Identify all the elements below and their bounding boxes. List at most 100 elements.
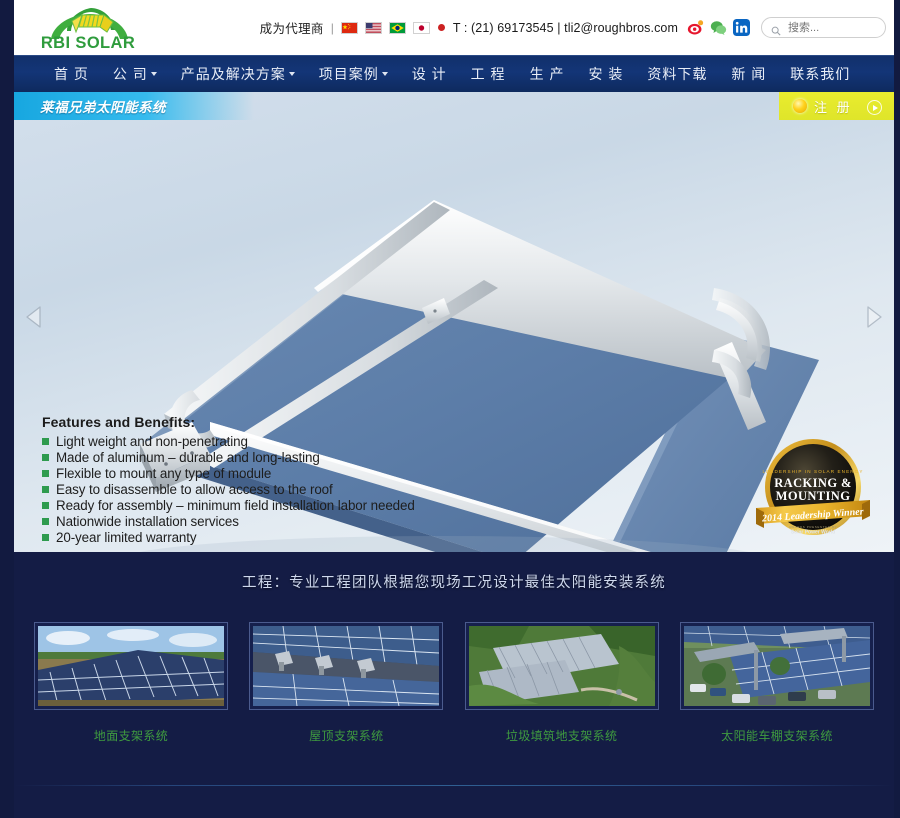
nav-item-products[interactable]: 产品及解决方案 — [181, 64, 295, 84]
feature-item: 20-year limited warranty — [42, 530, 415, 545]
bullet-icon — [42, 470, 49, 477]
register-button[interactable]: 注 册 — [779, 92, 894, 120]
nav-item-cases[interactable]: 项目案例 — [319, 64, 388, 84]
feature-item: Flexible to mount any type of module — [42, 466, 415, 481]
nav-item-production[interactable]: 生 产 — [530, 64, 565, 84]
separator-dot — [437, 24, 445, 31]
carousel-prev-arrow[interactable] — [24, 304, 46, 330]
nav-item-installation[interactable]: 安 装 — [588, 64, 623, 84]
nav-label: 工 程 — [470, 66, 506, 82]
usa-flag[interactable] — [364, 21, 382, 34]
nav-label: 产品及解决方案 — [180, 66, 286, 82]
social-links — [687, 19, 750, 36]
site-header: RBI SOLAR 成为代理商 | T: (21) 69173545 | tl… — [14, 0, 894, 55]
china-flag[interactable] — [340, 21, 358, 34]
features-heading: Features and Benefits: — [42, 414, 196, 430]
page-gutter-right — [894, 0, 900, 818]
chevron-down-icon — [150, 72, 157, 76]
become-agent-link[interactable]: 成为代理商 — [260, 18, 324, 37]
header-utility-bar: 成为代理商 | T: (21) 69173545 | tli2@roughbr… — [260, 0, 886, 55]
main-navigation: 首 页 公 司 产品及解决方案 项目案例 设 计 工 程 生 产 安 装 资料下… — [14, 55, 894, 92]
search-box[interactable] — [761, 17, 886, 38]
japan-flag[interactable] — [412, 21, 430, 34]
nav-label: 设 计 — [411, 66, 447, 82]
nav-item-design[interactable]: 设 计 — [412, 64, 447, 84]
product-card-landfill[interactable]: 垃圾填筑地支架系统 — [464, 622, 659, 744]
feature-text: Easy to disassemble to allow access to t… — [56, 482, 333, 497]
badge-sponsor: Solar Power World — [791, 530, 835, 536]
nav-item-contact[interactable]: 联系我们 — [790, 64, 850, 84]
nav-item-news[interactable]: 新 闻 — [731, 64, 766, 84]
rooftop-ballasted-image — [253, 626, 440, 706]
nav-item-engineering[interactable]: 工 程 — [471, 64, 506, 84]
search-icon — [771, 23, 781, 36]
nav-label: 联系我们 — [790, 66, 851, 82]
nav-item-downloads[interactable]: 资料下载 — [647, 64, 707, 84]
page-gutter-left — [0, 0, 14, 818]
product-card-rooftop[interactable]: 屋顶支架系统 — [249, 622, 444, 744]
engineering-section: 工程：专业工程团队根据您现场工况设计最佳太阳能安装系统 地面支架系统 屋顶支架系… — [14, 552, 894, 818]
nav-label: 公 司 — [112, 66, 148, 82]
hero-title-text: 莱福兄弟太阳能系统 — [40, 100, 166, 115]
nav-label: 项目案例 — [318, 66, 379, 82]
product-caption: 垃圾填筑地支架系统 — [505, 729, 618, 743]
chevron-down-icon — [288, 72, 295, 76]
feature-item: Easy to disassemble to allow access to t… — [42, 482, 415, 497]
thumbnail-frame — [34, 622, 228, 710]
header-separator: | — [330, 20, 334, 35]
nav-item-home[interactable]: 首 页 — [54, 64, 89, 84]
product-card-ground-mount[interactable]: 地面支架系统 — [34, 622, 228, 744]
feature-text: 20-year limited warranty — [56, 530, 197, 545]
nav-label: 首 页 — [54, 66, 89, 82]
bullet-icon — [42, 438, 49, 445]
nav-label: 新 闻 — [731, 66, 767, 82]
feature-text: Light weight and non-penetrating — [56, 434, 248, 449]
feature-item: Ready for assembly – minimum field insta… — [42, 498, 415, 513]
badge-top-line: LEADERSHIP IN SOLAR ENERGY — [762, 469, 863, 474]
register-label: 注 册 — [814, 99, 853, 115]
bullet-icon — [42, 502, 49, 509]
thumbnail-frame — [679, 622, 874, 710]
search-input[interactable] — [786, 20, 876, 35]
svg-text:RBI SOLAR: RBI SOLAR — [41, 34, 135, 51]
wechat-icon[interactable] — [710, 19, 727, 36]
language-flags — [340, 21, 430, 34]
product-caption: 屋顶支架系统 — [309, 729, 384, 743]
section-heading: 工程：专业工程团队根据您现场工况设计最佳太阳能安装系统 — [242, 575, 666, 591]
hero-carousel: 莱福兄弟太阳能系统 注 册 Features and Benefits: Lig… — [14, 92, 894, 552]
nav-label: 资料下载 — [647, 66, 708, 82]
weibo-icon[interactable] — [687, 19, 704, 36]
thumbnail-frame — [464, 622, 659, 710]
contact-info[interactable]: T : (21) 69173545 | tli2@roughbros.com — [453, 21, 678, 35]
footer-divider — [14, 785, 894, 786]
nav-item-company[interactable]: 公 司 — [113, 64, 157, 84]
feature-text: Made of aluminum – durable and long-last… — [56, 450, 320, 465]
bullet-icon — [42, 518, 49, 525]
landfill-aerial-image — [468, 626, 655, 706]
product-caption: 太阳能车棚支架系统 — [721, 729, 833, 743]
thumbnail-frame — [249, 622, 444, 710]
product-caption: 地面支架系统 — [93, 729, 169, 743]
bullet-icon — [42, 486, 49, 493]
badge-sponsor-pre: AWARDS PRESENTED BY — [789, 525, 837, 529]
page-root: RBI SOLAR 成为代理商 | T: (21) 69173545 | tl… — [0, 0, 900, 818]
badge-title-1: RACKING & — [774, 476, 852, 490]
hero-title-bar: 莱福兄弟太阳能系统 — [14, 92, 254, 120]
arrow-right-icon — [867, 100, 882, 115]
feature-item: Made of aluminum – durable and long-last… — [42, 450, 415, 465]
award-badge: LEADERSHIP IN SOLAR ENERGY RACKING & MOU… — [754, 436, 872, 542]
feature-text: Ready for assembly – minimum field insta… — [56, 498, 415, 513]
product-thumbnails: 地面支架系统 屋顶支架系统 垃圾填筑地支架系统 太阳能车棚支架系统 — [34, 622, 874, 744]
bullet-icon — [42, 454, 49, 461]
feature-item: Light weight and non-penetrating — [42, 434, 415, 449]
site-logo[interactable]: RBI SOLAR — [27, 5, 149, 51]
features-list: Features and Benefits: Light weight and … — [42, 414, 415, 546]
badge-title-2: MOUNTING — [776, 489, 851, 503]
chevron-down-icon — [381, 72, 388, 76]
carousel-next-arrow[interactable] — [862, 304, 884, 330]
solar-carport-image — [683, 626, 870, 706]
brazil-flag[interactable] — [388, 21, 406, 34]
nav-label: 生 产 — [529, 66, 565, 82]
product-card-carport[interactable]: 太阳能车棚支架系统 — [679, 622, 874, 744]
linkedin-icon[interactable] — [733, 19, 750, 36]
